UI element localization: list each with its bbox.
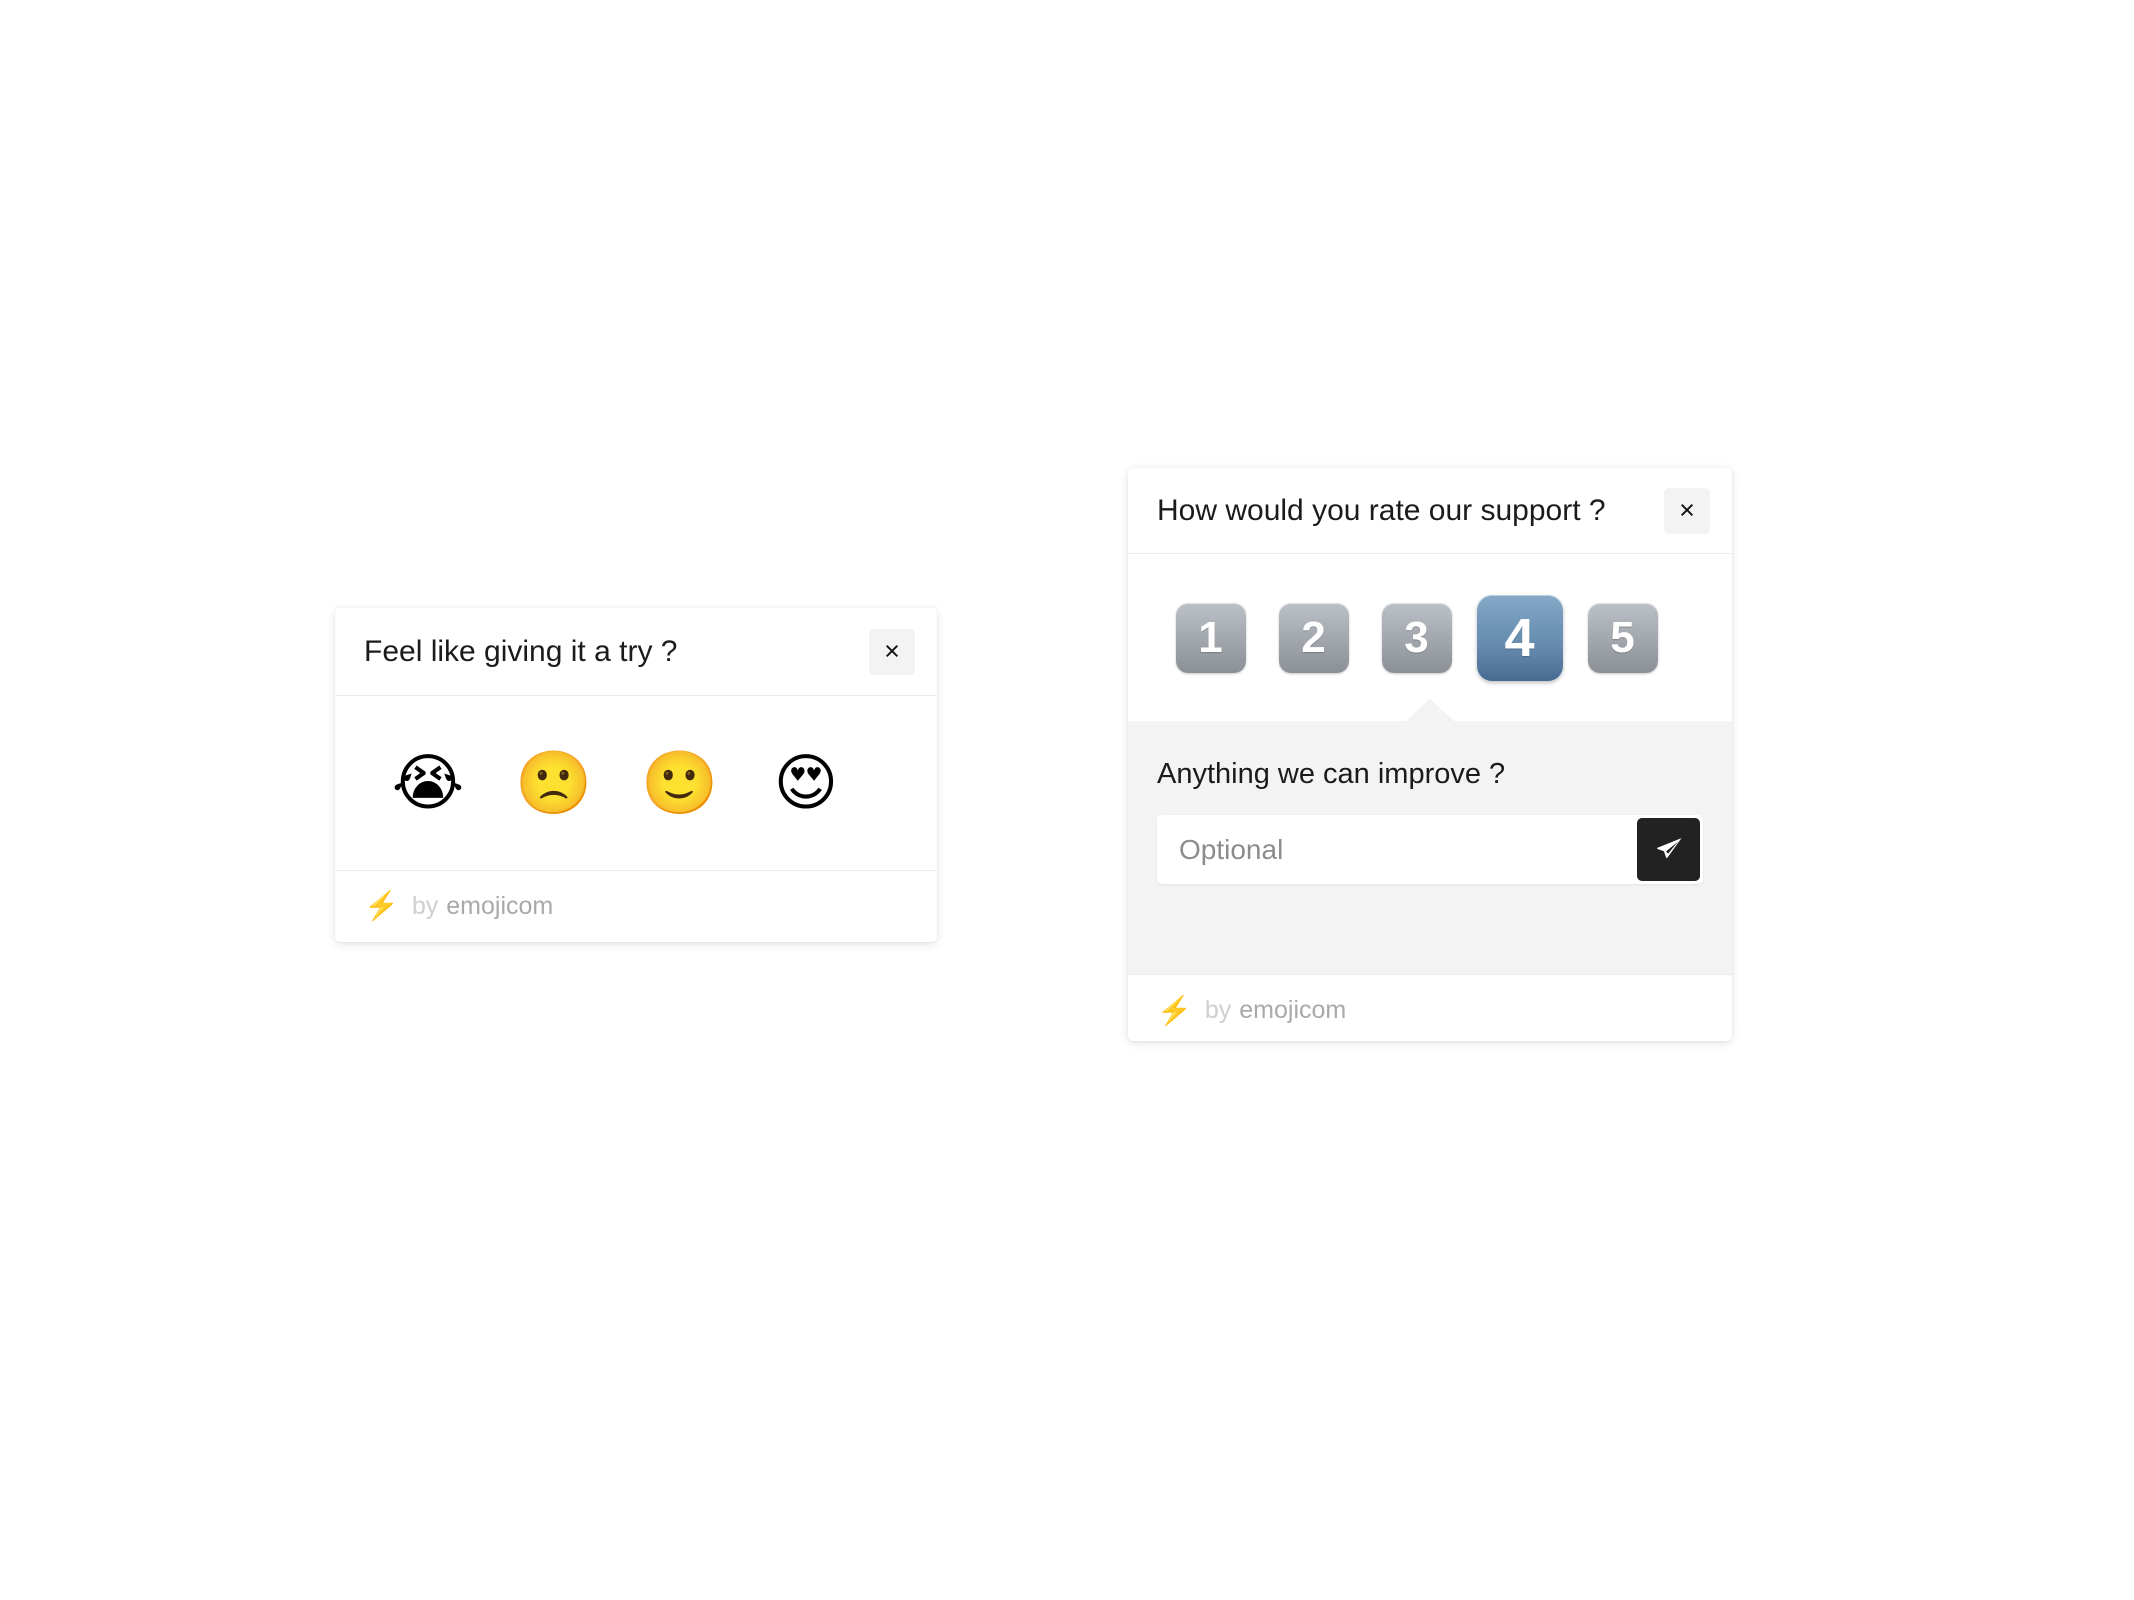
score-feedback-widget: How would you rate our support ? × 1 2 3…: [1128, 468, 1732, 1041]
lightning-bolt-icon: ⚡: [1157, 994, 1192, 1026]
comment-input[interactable]: [1157, 815, 1703, 884]
emoji-widget-footer: ⚡ by emojicom: [335, 870, 937, 941]
footer-brand-label[interactable]: emojicom: [446, 892, 553, 921]
slightly-frowning-face-icon: 🙁: [515, 746, 593, 819]
score-rating-row: 1 2 3 4 5: [1128, 554, 1732, 721]
rating-widget-footer: ⚡ by emojicom: [1128, 974, 1732, 1041]
keycap-5: 5: [1587, 602, 1658, 673]
score-option-2[interactable]: 2: [1262, 602, 1365, 673]
loudly-crying-face-icon: 😭: [391, 746, 465, 819]
emoji-option-loudly-crying-face[interactable]: 😭: [365, 752, 491, 814]
emoji-option-smiling-face-with-heart-eyes[interactable]: 😍: [743, 752, 869, 814]
keycap-2: 2: [1278, 602, 1349, 673]
keycap-1: 1: [1175, 602, 1246, 673]
smiling-face-with-heart-eyes-icon: 😍: [773, 746, 839, 819]
footer-brand-label[interactable]: emojicom: [1239, 996, 1346, 1025]
keycap-3: 3: [1381, 602, 1452, 673]
send-icon: [1654, 835, 1684, 865]
slightly-smiling-face-icon: 🙂: [641, 746, 719, 819]
close-icon: ×: [1679, 495, 1695, 525]
lightning-bolt-icon: ⚡: [364, 890, 399, 921]
score-option-3[interactable]: 3: [1365, 602, 1468, 673]
close-button[interactable]: ×: [869, 628, 915, 675]
emoji-rating-row: 😭 🙁 🙂 😍: [335, 696, 937, 870]
emoji-option-slightly-smiling-face[interactable]: 🙂: [617, 752, 743, 814]
rating-widget-title: How would you rate our support ?: [1157, 493, 1606, 527]
comment-section: Anything we can improve ?: [1128, 721, 1732, 974]
emoji-widget-header: Feel like giving it a try ? ×: [335, 608, 937, 696]
selected-score-caret: [1406, 699, 1454, 721]
send-button[interactable]: [1637, 818, 1700, 881]
footer-by-label: by: [1204, 996, 1232, 1024]
score-option-4[interactable]: 4: [1468, 594, 1571, 681]
emoji-option-slightly-frowning-face[interactable]: 🙁: [491, 752, 617, 814]
score-option-5[interactable]: 5: [1571, 602, 1674, 673]
comment-label: Anything we can improve ?: [1157, 758, 1506, 790]
footer-by-label: by: [411, 891, 439, 920]
emoji-feedback-widget: Feel like giving it a try ? × 😭 🙁 🙂 😍 ⚡ …: [335, 608, 937, 942]
keycap-4-selected: 4: [1476, 594, 1563, 681]
close-button[interactable]: ×: [1664, 487, 1710, 534]
rating-widget-header: How would you rate our support ? ×: [1128, 468, 1732, 554]
emoji-widget-title: Feel like giving it a try ?: [364, 634, 678, 668]
comment-input-wrapper: [1157, 815, 1703, 884]
close-icon: ×: [884, 636, 900, 666]
score-option-1[interactable]: 1: [1159, 602, 1262, 673]
